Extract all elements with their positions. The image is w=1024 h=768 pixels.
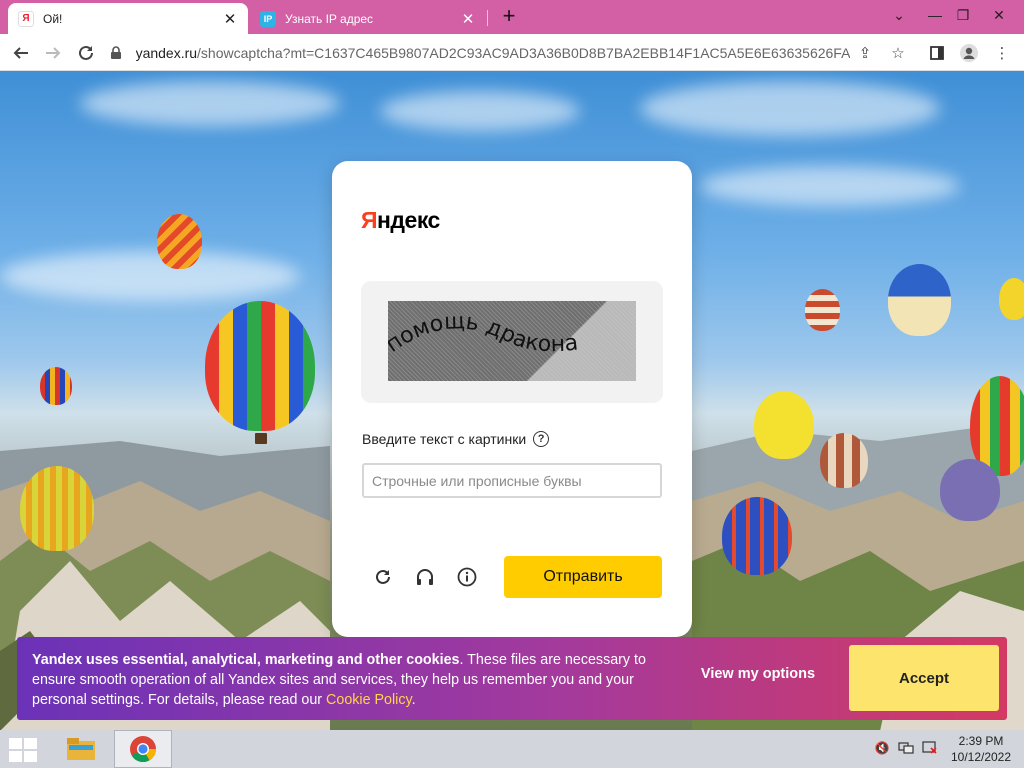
start-button[interactable]: [9, 738, 39, 762]
ip-favicon-icon: IP: [260, 10, 276, 27]
hot-air-balloon: [40, 367, 72, 405]
tab-title: Узнать IP адрес: [285, 11, 374, 26]
url-text: yandex.ru/showcaptcha?mt=C1637C465B9807A…: [135, 44, 850, 61]
restore-button[interactable]: ❐: [946, 0, 980, 30]
tab-ip[interactable]: IP Узнать IP адрес ✕: [250, 3, 486, 34]
close-tab-icon[interactable]: ✕: [460, 10, 476, 28]
cookie-message: Yandex uses essential, analytical, marke…: [32, 652, 646, 708]
chrome-icon: [130, 736, 157, 763]
clock-time: 2:39 PM: [958, 734, 1004, 748]
address-bar[interactable]: yandex.ru/showcaptcha?mt=C1637C465B9807A…: [110, 39, 850, 66]
close-window-button[interactable]: ✕: [982, 0, 1016, 30]
system-clock[interactable]: 2:39 PM 10/12/2022: [946, 733, 1016, 765]
headphones-icon: [417, 569, 433, 585]
hot-air-balloon: [999, 278, 1024, 320]
file-explorer-button[interactable]: [52, 730, 110, 768]
reload-icon: [79, 45, 93, 60]
hot-air-balloon: [940, 459, 1000, 521]
browser-toolbar: yandex.ru/showcaptcha?mt=C1637C465B9807A…: [0, 34, 1024, 71]
captcha-card: Яндекс помощь дракона Введите текст с ка…: [332, 161, 692, 637]
refresh-captcha-button[interactable]: [371, 565, 395, 589]
refresh-icon: [376, 569, 390, 584]
captcha-container: помощь дракона: [361, 281, 663, 403]
back-button[interactable]: [8, 40, 34, 66]
hot-air-balloon: [754, 391, 814, 459]
profile-icon[interactable]: [956, 40, 982, 66]
sidepanel-icon[interactable]: [924, 40, 950, 66]
hot-air-balloon: [722, 497, 792, 575]
hot-air-balloon: [20, 466, 94, 551]
hot-air-balloon: [805, 289, 840, 331]
view-options-button[interactable]: View my options: [687, 666, 829, 682]
cookie-policy-link[interactable]: Cookie Policy: [326, 692, 412, 708]
folder-icon: [67, 738, 95, 760]
share-icon[interactable]: ⇪: [852, 40, 878, 66]
yandex-logo[interactable]: Яндекс: [361, 207, 440, 234]
forward-icon: [46, 47, 61, 59]
help-icon[interactable]: ?: [533, 431, 550, 447]
accept-cookies-button[interactable]: Accept: [849, 645, 999, 711]
lock-icon[interactable]: [110, 45, 126, 60]
captcha-answer-input[interactable]: [362, 463, 662, 498]
tab-title: Ой!: [43, 11, 63, 26]
tab-divider: [487, 10, 488, 26]
close-tab-icon[interactable]: ✕: [222, 10, 238, 28]
info-icon: [457, 567, 477, 587]
balloon-basket: [255, 433, 267, 444]
prompt-label: Введите текст с картинки: [362, 431, 527, 447]
submit-button[interactable]: Отправить: [504, 556, 662, 598]
cloud: [380, 91, 580, 131]
captcha-prompt: Введите текст с картинки ?: [362, 431, 550, 447]
info-button[interactable]: [455, 565, 479, 589]
cloud: [700, 166, 960, 206]
tab-strip: Я Ой! ✕ IP Узнать IP адрес ✕ + ⌄ — ❐ ✕: [0, 0, 1024, 34]
network-icon[interactable]: [897, 739, 915, 757]
hot-air-balloon: [205, 301, 315, 431]
audio-captcha-button[interactable]: [413, 565, 437, 589]
captcha-image: помощь дракона: [388, 301, 636, 381]
hot-air-balloon: [157, 214, 202, 269]
back-icon: [13, 47, 28, 59]
cloud: [640, 81, 940, 136]
star-icon[interactable]: ☆: [885, 40, 911, 66]
hot-air-balloon: [888, 264, 951, 336]
clock-date: 10/12/2022: [950, 750, 1012, 764]
windows-logo-icon: [9, 738, 22, 749]
cloud: [80, 81, 340, 126]
volume-muted-icon[interactable]: 🔇: [873, 739, 891, 757]
yandex-favicon-icon: Я: [18, 10, 34, 27]
menu-icon[interactable]: ⋮: [989, 40, 1015, 66]
tab-oi[interactable]: Я Ой! ✕: [8, 3, 248, 34]
cloud: [0, 251, 300, 301]
tab-search-icon[interactable]: ⌄: [882, 0, 916, 30]
cookie-banner: Yandex uses essential, analytical, marke…: [17, 637, 1007, 720]
chrome-taskbar-button[interactable]: [114, 730, 172, 768]
hot-air-balloon: [820, 433, 868, 488]
action-center-icon[interactable]: [921, 739, 939, 757]
new-tab-button[interactable]: +: [497, 5, 521, 29]
forward-button[interactable]: [40, 40, 66, 66]
captcha-text: помощь дракона: [388, 309, 579, 358]
reload-button[interactable]: [73, 40, 99, 66]
windows-taskbar: 🔇 2:39 PM 10/12/2022: [0, 730, 1024, 768]
